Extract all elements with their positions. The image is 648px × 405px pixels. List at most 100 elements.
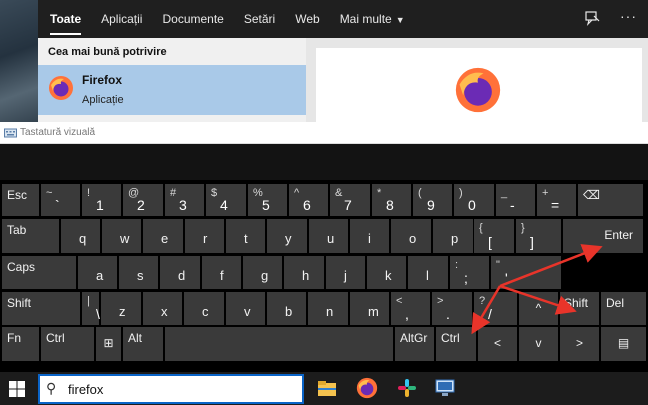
key-backslash[interactable]: | \ — [82, 292, 100, 325]
preview-pane — [316, 48, 642, 122]
tab-apps[interactable]: Aplicații — [101, 0, 142, 38]
windows-start-icon[interactable] — [8, 380, 26, 398]
key-s[interactable]: s — [119, 256, 158, 289]
key-i[interactable]: i — [350, 219, 389, 253]
key-main-symbol: ` — [55, 197, 60, 213]
key-6[interactable]: ^ 6 — [289, 184, 328, 216]
key-label: < — [493, 336, 501, 350]
search-panel: Toate Aplicații Documente Setări Web Mai… — [38, 0, 648, 122]
key-slash[interactable]: ? / — [474, 292, 517, 325]
key-main-symbol: 3 — [179, 197, 187, 213]
key-win[interactable]: ⊞ — [96, 327, 121, 361]
key-k[interactable]: k — [367, 256, 406, 289]
best-match-item[interactable]: Firefox Aplicație — [38, 65, 306, 115]
key-f[interactable]: f — [202, 256, 241, 289]
key-2[interactable]: @2 — [123, 184, 163, 216]
key-ctrl-left[interactable]: Ctrl — [41, 327, 94, 361]
file-explorer-icon[interactable] — [316, 377, 338, 399]
key-1[interactable]: ! 1 — [82, 184, 121, 216]
key-y[interactable]: y — [267, 219, 307, 253]
key-8[interactable]: * 8 — [372, 184, 411, 216]
key-space[interactable] — [165, 327, 393, 361]
search-icon: ⚲ — [46, 380, 57, 396]
key-n[interactable]: n — [308, 292, 348, 325]
key-shift-symbol: { — [479, 222, 483, 234]
key-period[interactable]: >. — [432, 292, 472, 325]
key-lbracket[interactable]: {[ — [474, 219, 514, 253]
key-3[interactable]: #3 — [165, 184, 204, 216]
key-enter[interactable]: Enter — [563, 219, 643, 253]
key-equals[interactable]: + = — [537, 184, 576, 216]
key-9[interactable]: (9 — [413, 184, 452, 216]
key-shift-symbol: } — [521, 222, 525, 234]
key-letter: v — [244, 304, 251, 319]
key-up[interactable]: ^ — [519, 292, 558, 325]
key-letter: m — [368, 304, 379, 319]
key-4[interactable]: $4 — [206, 184, 246, 216]
key-b[interactable]: b — [267, 292, 306, 325]
key-m[interactable]: m — [350, 292, 389, 325]
key-h[interactable]: h — [284, 256, 324, 289]
key-backspace[interactable]: ⌫ — [578, 184, 643, 216]
key-down[interactable]: v — [519, 327, 558, 361]
key-fn[interactable]: Fn — [2, 327, 39, 361]
key-o[interactable]: o — [391, 219, 431, 253]
key-5[interactable]: % 5 — [248, 184, 287, 216]
key-v[interactable]: v — [226, 292, 265, 325]
key-main-symbol: 6 — [303, 197, 311, 213]
slack-icon[interactable] — [396, 377, 418, 399]
key-w[interactable]: w — [102, 219, 141, 253]
tab-web[interactable]: Web — [295, 0, 319, 38]
key-caps[interactable]: Caps — [2, 256, 76, 289]
remote-desktop-icon[interactable] — [434, 377, 456, 399]
tab-settings[interactable]: Setări — [244, 0, 275, 38]
key-tilde[interactable]: ~ ` — [41, 184, 80, 216]
tab-all[interactable]: Toate — [50, 0, 82, 38]
key-quote[interactable]: " ' — [491, 256, 561, 289]
key-semicolon[interactable]: :; — [450, 256, 489, 289]
feedback-icon[interactable] — [584, 10, 600, 29]
tab-more[interactable]: Mai multe ▼ — [340, 0, 405, 38]
key-minus[interactable]: _ - — [496, 184, 535, 216]
key-g[interactable]: g — [243, 256, 282, 289]
key-esc[interactable]: Esc — [2, 184, 39, 216]
key-7[interactable]: & 7 — [330, 184, 370, 216]
key-main-symbol: ' — [505, 270, 508, 286]
key-shift-right[interactable]: Shift — [560, 292, 599, 325]
key-shift-symbol: " — [496, 259, 500, 271]
key-comma[interactable]: <, — [391, 292, 430, 325]
key-e[interactable]: e — [143, 219, 183, 253]
key-ctrl-right[interactable]: Ctrl — [436, 327, 476, 361]
key-menu[interactable]: ▤ — [601, 327, 646, 361]
key-left[interactable]: < — [478, 327, 517, 361]
key-rbracket[interactable]: }] — [516, 219, 561, 253]
more-options-icon[interactable]: ··· — [620, 8, 637, 24]
key-q[interactable]: q — [61, 219, 100, 253]
key-c[interactable]: c — [184, 292, 224, 325]
key-p[interactable]: p — [433, 219, 473, 253]
key-tab[interactable]: Tab — [2, 219, 59, 253]
key-r[interactable]: r — [185, 219, 224, 253]
key-0[interactable]: ) 0 — [454, 184, 494, 216]
key-letter: n — [326, 304, 334, 319]
taskbar-search-box[interactable]: ⚲ firefox — [38, 374, 304, 404]
key-shift-left[interactable]: Shift — [2, 292, 80, 325]
key-right[interactable]: > — [560, 327, 599, 361]
key-j[interactable]: j — [326, 256, 365, 289]
key-del[interactable]: Del — [601, 292, 646, 325]
key-t[interactable]: t — [226, 219, 265, 253]
key-alt[interactable]: Alt — [123, 327, 163, 361]
key-u[interactable]: u — [309, 219, 348, 253]
firefox-icon[interactable] — [356, 377, 378, 399]
key-z[interactable]: z — [101, 292, 141, 325]
key-x[interactable]: x — [143, 292, 182, 325]
key-d[interactable]: d — [160, 256, 200, 289]
chevron-down-icon: ▼ — [395, 15, 405, 25]
key-altgr[interactable]: AltGr — [395, 327, 434, 361]
key-label: Caps — [7, 260, 36, 274]
search-input[interactable]: firefox — [68, 382, 103, 397]
key-l[interactable]: l — [408, 256, 448, 289]
tab-documents[interactable]: Documente — [162, 0, 223, 38]
key-shift-symbol: & — [335, 187, 343, 199]
key-a[interactable]: a — [78, 256, 117, 289]
